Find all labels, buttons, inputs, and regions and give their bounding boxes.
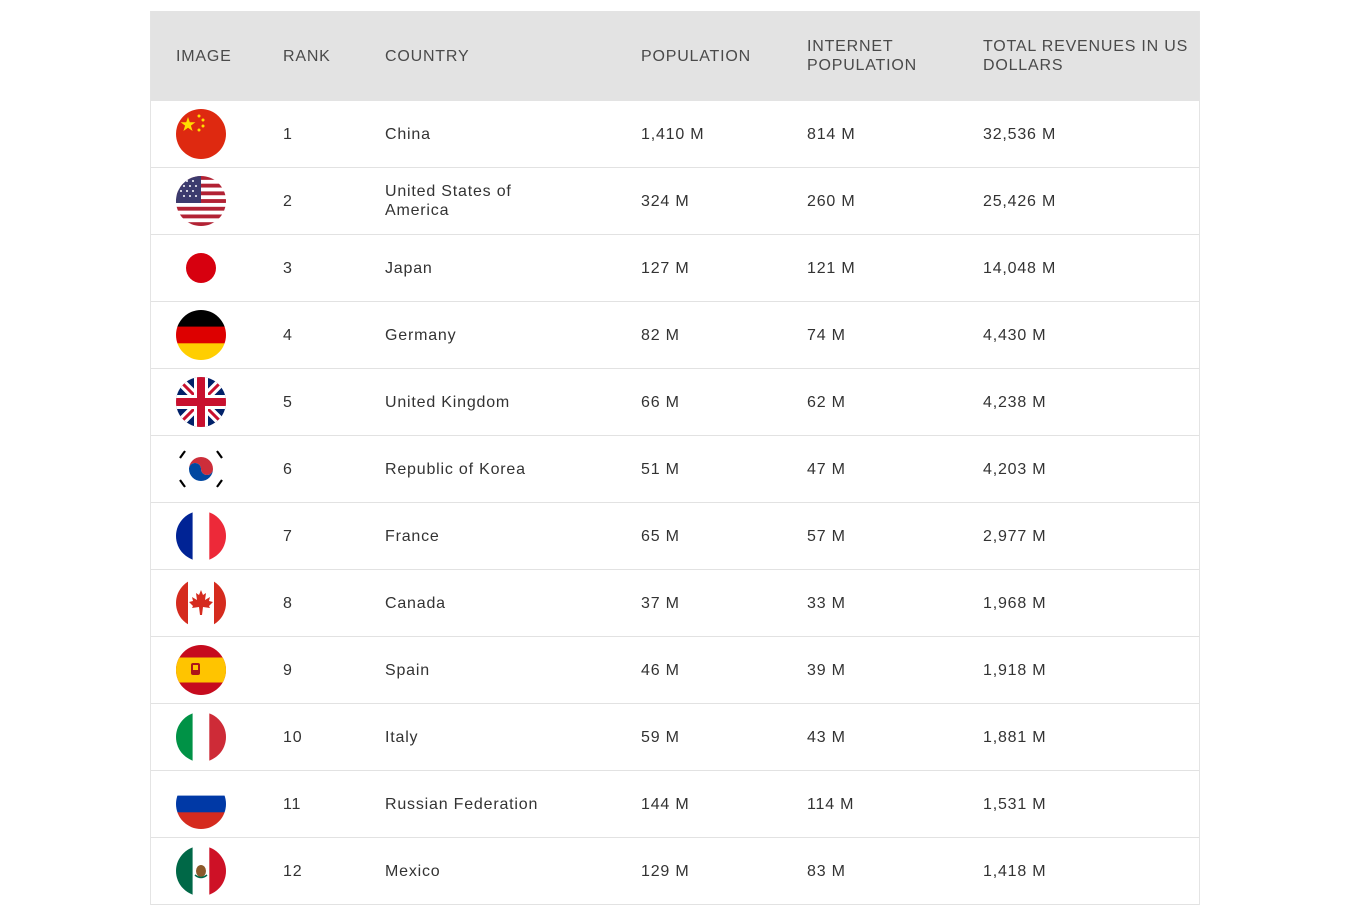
table-row: 8 Canada 37 M 33 M 1,968 M [151,570,1199,637]
france-flag-icon [176,511,226,561]
country-cell: Canada [385,594,446,612]
revenue-cell: 4,203 M [983,460,1047,478]
country-cell: Germany [385,326,457,344]
revenue-cell: 1,918 M [983,661,1047,679]
population-cell: 66 M [641,393,680,411]
table-row: 12 Mexico 129 M 83 M 1,418 M [151,838,1199,905]
rank-cell: 10 [283,728,303,746]
internet-population-cell: 260 M [807,192,856,210]
country-cell: Mexico [385,862,441,880]
table-row: 10 Italy 59 M 43 M 1,881 M [151,704,1199,771]
header-image[interactable]: IMAGE [151,47,258,66]
country-cell: Republic of Korea [385,460,526,478]
table-row: 7 France 65 M 57 M 2,977 M [151,503,1199,570]
internet-population-cell: 39 M [807,661,846,679]
country-cell: China [385,125,431,143]
rank-cell: 2 [283,192,293,210]
table-row: 11 Russian Federation 144 M 114 M 1,531 … [151,771,1199,838]
population-cell: 144 M [641,795,690,813]
population-cell: 65 M [641,527,680,545]
revenue-cell: 4,430 M [983,326,1047,344]
internet-population-cell: 47 M [807,460,846,478]
country-cell: United States of America [385,183,512,219]
canada-flag-icon [176,578,226,628]
table-row: 1 China 1,410 M 814 M 32,536 M [151,101,1199,168]
rank-cell: 12 [283,862,303,880]
countries-table: IMAGE RANK COUNTRY POPULATION INTERNET P… [150,11,1200,905]
population-cell: 46 M [641,661,680,679]
rank-cell: 4 [283,326,293,344]
internet-population-cell: 83 M [807,862,846,880]
uk-flag-icon [176,377,226,427]
country-cell: Spain [385,661,430,679]
revenue-cell: 1,418 M [983,862,1047,880]
china-flag-icon [176,109,226,159]
internet-population-cell: 114 M [807,795,855,813]
japan-flag-icon [176,243,226,293]
revenue-cell: 25,426 M [983,192,1057,210]
usa-flag-icon [176,176,226,226]
table-row: 5 United Kingdom 66 M 62 M 4,238 M [151,369,1199,436]
country-cell: France [385,527,440,545]
population-cell: 51 M [641,460,680,478]
revenue-cell: 32,536 M [983,125,1057,143]
header-country[interactable]: COUNTRY [359,47,616,66]
table-header: IMAGE RANK COUNTRY POPULATION INTERNET P… [151,11,1199,101]
population-cell: 82 M [641,326,680,344]
spain-flag-icon [176,645,226,695]
internet-population-cell: 814 M [807,125,856,143]
internet-population-cell: 57 M [807,527,846,545]
internet-population-cell: 43 M [807,728,846,746]
country-cell: Russian Federation [385,795,539,813]
header-rank[interactable]: RANK [258,47,359,66]
revenue-cell: 1,881 M [983,728,1047,746]
russia-flag-icon [176,779,226,829]
revenue-cell: 1,968 M [983,594,1047,612]
rank-cell: 8 [283,594,293,612]
rank-cell: 7 [283,527,293,545]
table-row: 4 Germany 82 M 74 M 4,430 M [151,302,1199,369]
internet-population-cell: 33 M [807,594,846,612]
population-cell: 37 M [641,594,680,612]
revenue-cell: 2,977 M [983,527,1047,545]
rank-cell: 1 [283,125,293,143]
germany-flag-icon [176,310,226,360]
population-cell: 129 M [641,862,690,880]
population-cell: 324 M [641,192,690,210]
internet-population-cell: 121 M [807,259,856,277]
population-cell: 59 M [641,728,680,746]
table-body: 1 China 1,410 M 814 M 32,536 M 2 United … [151,101,1199,905]
country-cell: United Kingdom [385,393,511,411]
italy-flag-icon [176,712,226,762]
rank-cell: 3 [283,259,293,277]
table-row: 9 Spain 46 M 39 M 1,918 M [151,637,1199,704]
header-internet-population[interactable]: INTERNET POPULATION [782,37,958,75]
mexico-flag-icon [176,846,226,896]
rank-cell: 5 [283,393,293,411]
revenue-cell: 4,238 M [983,393,1047,411]
internet-population-cell: 74 M [807,326,846,344]
internet-population-cell: 62 M [807,393,846,411]
country-cell: Japan [385,259,433,277]
revenue-cell: 14,048 M [983,259,1057,277]
rank-cell: 6 [283,460,293,478]
revenue-cell: 1,531 M [983,795,1047,813]
header-population[interactable]: POPULATION [616,47,782,66]
country-cell: Italy [385,728,419,746]
population-cell: 1,410 M [641,125,705,143]
table-row: 2 United States of America 324 M 260 M 2… [151,168,1199,235]
rank-cell: 9 [283,661,293,679]
header-revenues[interactable]: TOTAL REVENUES IN US DOLLARS [958,37,1199,75]
table-row: 6 Republic of Korea 51 M 47 M 4,203 M [151,436,1199,503]
rank-cell: 11 [283,795,302,813]
korea-flag-icon [176,444,226,494]
table-row: 3 Japan 127 M 121 M 14,048 M [151,235,1199,302]
population-cell: 127 M [641,259,690,277]
